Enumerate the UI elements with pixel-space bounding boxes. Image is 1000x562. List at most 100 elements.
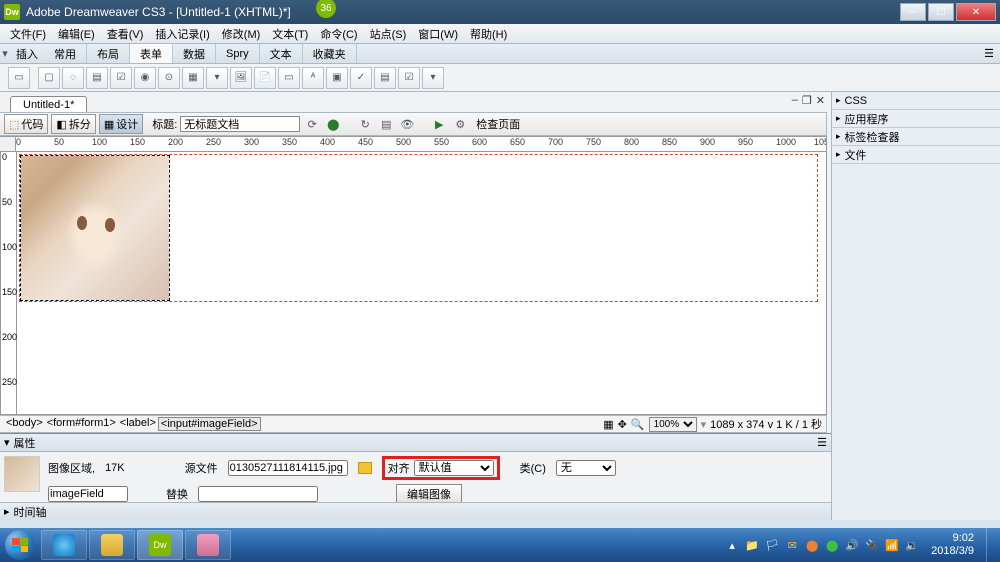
spry-textarea-icon[interactable]: ▤ xyxy=(374,67,396,89)
side-taginspector-panel[interactable]: ▸标签检查器 xyxy=(832,128,1000,146)
tray-folder-icon[interactable]: 📁 xyxy=(745,538,759,552)
props-src-input[interactable] xyxy=(228,460,348,476)
tray-up-icon[interactable]: ▴ xyxy=(725,538,739,552)
doc-tool-7-icon[interactable]: ⚙ xyxy=(451,115,469,133)
doc-tool-5-icon[interactable]: 👁 xyxy=(398,115,416,133)
tag-form[interactable]: <form#form1> xyxy=(45,417,118,431)
browse-folder-icon[interactable] xyxy=(358,462,372,474)
image-field-selection[interactable] xyxy=(20,155,170,301)
side-files-panel[interactable]: ▸文件 xyxy=(832,146,1000,164)
view-design-button[interactable]: ▦设计 xyxy=(99,114,143,134)
insert-tab-data[interactable]: 数据 xyxy=(173,44,216,63)
design-canvas[interactable] xyxy=(17,152,826,414)
doc-tool-4-icon[interactable]: ▤ xyxy=(377,115,395,133)
hidden-icon[interactable]: ◌ xyxy=(62,67,84,89)
props-class-select[interactable]: 无 xyxy=(556,460,616,476)
tray-flag-icon[interactable]: 🏳 xyxy=(765,538,779,552)
task-paint[interactable] xyxy=(185,530,231,560)
zoom-tool-icon[interactable]: 🔍 xyxy=(631,418,645,431)
view-split-button[interactable]: ◧拆分 xyxy=(51,114,95,134)
props-name-input[interactable] xyxy=(48,486,128,502)
filefield-icon[interactable]: 📄 xyxy=(254,67,276,89)
props-alt-input[interactable] xyxy=(198,486,318,502)
view-code-button[interactable]: ⬚代码 xyxy=(4,114,48,134)
insert-tab-common[interactable]: 常用 xyxy=(44,44,87,63)
menu-insert[interactable]: 插入记录(I) xyxy=(149,24,215,44)
close-button[interactable]: ✕ xyxy=(956,3,996,21)
show-desktop-button[interactable] xyxy=(986,528,996,562)
menu-text[interactable]: 文本(T) xyxy=(266,24,314,44)
side-css-panel[interactable]: ▸CSS xyxy=(832,92,1000,110)
doc-minimize-icon[interactable]: – xyxy=(792,94,798,107)
menu-edit[interactable]: 编辑(E) xyxy=(52,24,101,44)
tag-input[interactable]: <input#imageField> xyxy=(158,417,261,431)
menu-file[interactable]: 文件(F) xyxy=(4,24,52,44)
textarea-icon[interactable]: ▤ xyxy=(86,67,108,89)
minimize-button[interactable]: ─ xyxy=(900,3,926,21)
insert-options-icon[interactable]: ☰ xyxy=(984,47,994,60)
props-options-icon[interactable]: ☰ xyxy=(817,436,827,449)
start-button[interactable] xyxy=(0,528,40,562)
insert-tab-forms[interactable]: 表单 xyxy=(130,44,173,63)
textfield-icon[interactable]: ▢ xyxy=(38,67,60,89)
doc-close-icon[interactable]: ✕ xyxy=(816,94,825,107)
hand-tool-icon[interactable]: ✥ xyxy=(618,418,627,431)
task-dreamweaver[interactable]: Dw xyxy=(137,530,183,560)
list-icon[interactable]: ▦ xyxy=(182,67,204,89)
jumpmenu-icon[interactable]: ▾ xyxy=(206,67,228,89)
tray-power-icon[interactable]: 🔌 xyxy=(865,538,879,552)
props-align-select[interactable]: 默认值 xyxy=(414,460,494,476)
form-icon[interactable]: ▭ xyxy=(8,67,30,89)
document-tab[interactable]: Untitled-1* xyxy=(10,96,87,112)
radio-icon[interactable]: ◉ xyxy=(134,67,156,89)
task-ie[interactable] xyxy=(41,530,87,560)
timeline-collapse-icon[interactable]: ▸ xyxy=(4,505,10,518)
fieldset-icon[interactable]: ▣ xyxy=(326,67,348,89)
select-tool-icon[interactable]: ▦ xyxy=(603,418,613,431)
preview-icon[interactable]: ▶ xyxy=(430,115,448,133)
doc-restore-icon[interactable]: ❐ xyxy=(802,94,812,107)
tray-sound-icon[interactable]: 🔊 xyxy=(845,538,859,552)
insert-collapse-icon[interactable]: ▾ xyxy=(0,44,10,63)
label-icon[interactable]: ᴬ xyxy=(302,67,324,89)
props-title: 属性 xyxy=(14,435,36,451)
task-explorer[interactable] xyxy=(89,530,135,560)
menu-commands[interactable]: 命令(C) xyxy=(314,24,363,44)
tray-network-icon[interactable]: 📶 xyxy=(885,538,899,552)
maximize-button[interactable]: ☐ xyxy=(928,3,954,21)
tag-label[interactable]: <label> xyxy=(118,417,158,431)
spry-checkbox-icon[interactable]: ☑ xyxy=(398,67,420,89)
button-icon[interactable]: ▭ xyxy=(278,67,300,89)
tag-body[interactable]: <body> xyxy=(4,417,45,431)
title-input[interactable] xyxy=(180,116,300,132)
insert-tab-spry[interactable]: Spry xyxy=(216,44,260,63)
zoom-select[interactable]: 100% xyxy=(649,417,697,432)
edit-image-button[interactable]: 编辑图像 xyxy=(396,484,462,504)
tray-volume-icon[interactable]: 🔉 xyxy=(905,538,919,552)
document-tab-row: Untitled-1* – ❐ ✕ xyxy=(0,92,831,112)
menu-help[interactable]: 帮助(H) xyxy=(464,24,513,44)
menu-view[interactable]: 查看(V) xyxy=(101,24,150,44)
checkbox-icon[interactable]: ☑ xyxy=(110,67,132,89)
tray-msg-icon[interactable]: ✉ xyxy=(785,538,799,552)
insert-tab-fav[interactable]: 收藏夹 xyxy=(303,44,357,63)
props-collapse-icon[interactable]: ▾ xyxy=(4,436,10,449)
tray-green-icon[interactable]: ⬤ xyxy=(825,538,839,552)
insert-tab-layout[interactable]: 布局 xyxy=(87,44,130,63)
side-app-panel[interactable]: ▸应用程序 xyxy=(832,110,1000,128)
refresh-icon[interactable]: ↻ xyxy=(356,115,374,133)
menu-site[interactable]: 站点(S) xyxy=(364,24,413,44)
spry-validate-icon[interactable]: ✓ xyxy=(350,67,372,89)
menu-modify[interactable]: 修改(M) xyxy=(216,24,267,44)
insert-tab-text[interactable]: 文本 xyxy=(260,44,303,63)
doc-tool-1-icon[interactable]: ⟳ xyxy=(303,115,321,133)
doc-tool-2-icon[interactable]: ⬤ xyxy=(324,115,342,133)
radiogroup-icon[interactable]: ⊙ xyxy=(158,67,180,89)
imagefield-icon[interactable]: 🖼 xyxy=(230,67,252,89)
timeline-panel-header[interactable]: ▸ 时间轴 xyxy=(0,502,831,520)
check-page-button[interactable]: 检查页面 xyxy=(472,116,524,132)
spry-select-icon[interactable]: ▾ xyxy=(422,67,444,89)
taskbar-clock[interactable]: 9:02 2018/3/9 xyxy=(925,532,980,558)
tray-shield-icon[interactable]: ⬤ xyxy=(805,538,819,552)
menu-window[interactable]: 窗口(W) xyxy=(412,24,464,44)
